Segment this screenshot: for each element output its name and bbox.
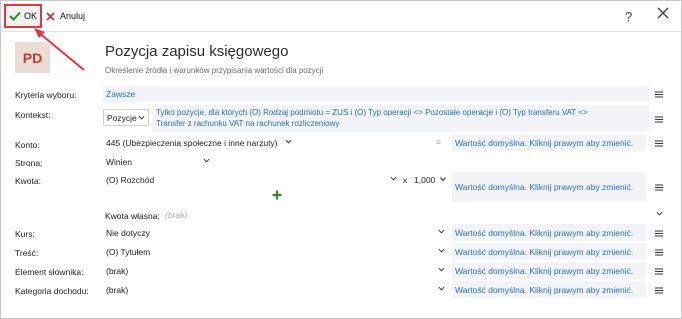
kwota-wlasna-placeholder: (brak)	[165, 209, 188, 220]
chevron-down-icon	[203, 158, 210, 163]
kryteria-menu-button[interactable]	[652, 87, 666, 101]
kontekst-label: Kontekst:	[15, 110, 51, 120]
ok-button[interactable]: OK	[4, 4, 42, 28]
kontekst-menu-button[interactable]	[652, 112, 666, 126]
element-slownika-default-link[interactable]: Wartość domyślna. Kliknij prawym aby zmi…	[452, 262, 646, 279]
chevron-down-icon	[438, 248, 445, 253]
chevron-down-icon	[438, 267, 445, 272]
kwota-multiplier-input[interactable]: 1,000	[414, 175, 435, 185]
element-slownika-select[interactable]: (brak)	[103, 263, 448, 278]
kwota-label: Kwota:	[15, 176, 41, 186]
konto-menu-button[interactable]	[652, 136, 666, 150]
kwota-wlasna-select[interactable]: (brak)	[162, 207, 666, 222]
toolbar: OK Anuluj ?	[1, 1, 681, 32]
kontekst-select-value: Pozycje	[107, 112, 137, 123]
kwota-select[interactable]: (O) Rozchód	[103, 172, 400, 187]
menu-icon	[655, 184, 663, 190]
tresc-select[interactable]: (O) Tytułem	[103, 244, 448, 259]
kontekst-select[interactable]: Pozycje	[103, 109, 149, 126]
chevron-down-icon[interactable]	[440, 176, 446, 182]
element-slownika-menu-button[interactable]	[652, 264, 666, 278]
kryteria-field[interactable]	[103, 86, 649, 102]
menu-icon	[655, 249, 663, 255]
kontekst-condition-line2[interactable]: Transfer z rachunku VAT na rachunek rozl…	[156, 119, 339, 128]
konto-select-value: 445 (Ubezpieczenia społeczne i inne narz…	[106, 137, 278, 148]
kategoria-dochodu-select-value: (brak)	[106, 284, 129, 295]
tresc-menu-button[interactable]	[652, 245, 666, 259]
menu-icon	[655, 91, 663, 97]
tresc-default-link[interactable]: Wartość domyślna. Kliknij prawym aby zmi…	[452, 243, 646, 260]
kwota-menu-button[interactable]	[652, 180, 666, 194]
cancel-button[interactable]: Anuluj	[46, 7, 85, 25]
add-plus-icon[interactable]	[272, 190, 282, 200]
menu-icon	[655, 116, 663, 122]
page-subtitle: Określenie źródła i warunków przypisania…	[105, 66, 324, 75]
konto-select[interactable]: 445 (Ubezpieczenia społeczne i inne narz…	[103, 135, 295, 150]
menu-icon	[655, 268, 663, 274]
chevron-down-icon	[390, 176, 397, 181]
cancel-label: Anuluj	[60, 11, 86, 21]
menu-icon	[655, 140, 663, 146]
kategoria-dochodu-label: Kategoria dochodu:	[15, 286, 89, 296]
konto-default-link[interactable]: Wartość domyślna. Kliknij prawym aby zmi…	[452, 134, 646, 151]
kryteria-label: Kryteria wyboru:	[15, 90, 77, 100]
chevron-down-icon	[138, 115, 145, 120]
page-title: Pozycja zapisu księgowego	[105, 43, 289, 60]
tresc-label: Treść:	[15, 248, 39, 258]
help-button[interactable]: ?	[625, 9, 632, 24]
kwota-default-link[interactable]: Wartość domyślna. Kliknij prawym aby zmi…	[452, 172, 646, 202]
kurs-select[interactable]: Nie dotyczy	[103, 225, 448, 240]
chevron-down-icon	[656, 211, 663, 216]
kategoria-dochodu-menu-button[interactable]	[652, 283, 666, 297]
chevron-down-icon	[285, 139, 292, 144]
check-icon	[9, 11, 21, 21]
strona-select[interactable]: Winien	[103, 154, 213, 169]
kwota-multiply-sign: x	[403, 175, 408, 185]
menu-icon	[655, 287, 663, 293]
kryteria-value[interactable]: Zawsze	[106, 89, 135, 99]
close-icon[interactable]	[657, 7, 669, 19]
tresc-select-value: (O) Tytułem	[106, 246, 151, 257]
kategoria-dochodu-default-link[interactable]: Wartość domyślna. Kliknij prawym aby zmi…	[452, 281, 646, 298]
strona-label: Strona:	[15, 158, 43, 168]
menu-icon	[655, 230, 663, 236]
kurs-label: Kurs:	[15, 229, 35, 239]
strona-select-value: Winien	[106, 156, 132, 167]
chevron-down-icon	[438, 229, 445, 234]
kontekst-condition-line1[interactable]: Tylko pozycje, dla których (O) Rodzaj po…	[156, 108, 588, 117]
element-slownika-label: Element słownika:	[15, 267, 84, 277]
kurs-menu-button[interactable]	[652, 226, 666, 240]
document-type-logo: PD	[15, 42, 50, 73]
element-slownika-select-value: (brak)	[106, 265, 129, 276]
konto-inline-menu[interactable]: ≡	[436, 137, 441, 147]
chevron-down-icon	[438, 286, 445, 291]
kwota-wlasna-label: Kwota własna:	[105, 211, 160, 221]
kurs-default-link[interactable]: Wartość domyślna. Kliknij prawym aby zmi…	[452, 224, 646, 241]
kurs-select-value: Nie dotyczy	[106, 227, 150, 238]
kategoria-dochodu-select[interactable]: (brak)	[103, 282, 448, 297]
kwota-select-value: (O) Rozchód	[106, 174, 155, 185]
ok-label: OK	[24, 11, 38, 21]
konto-label: Konto:	[15, 140, 40, 150]
close-x-icon	[46, 11, 55, 21]
